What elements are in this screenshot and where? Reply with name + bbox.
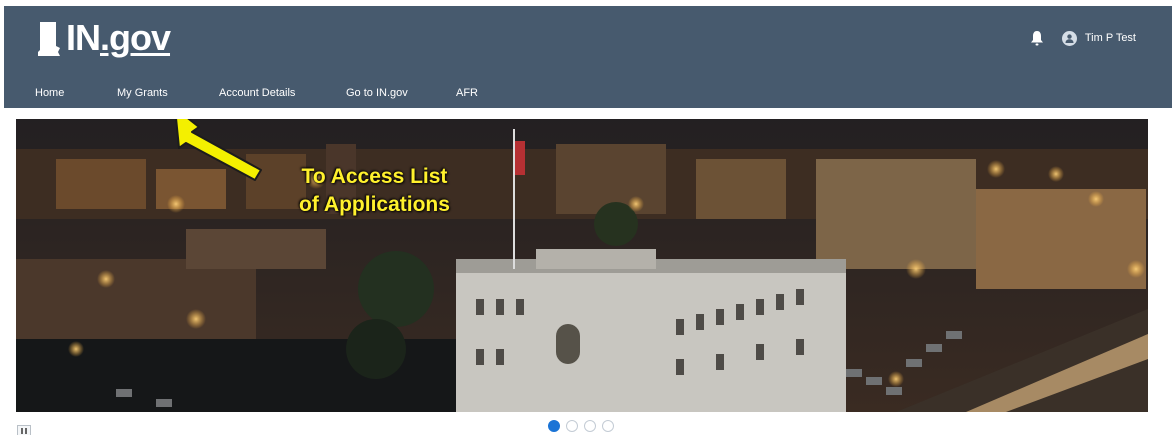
site-header: IN.gov Tim P Test Home My Grants Account… (4, 6, 1172, 108)
ingov-logo[interactable]: IN.gov (34, 17, 171, 58)
logo-text: IN.gov (66, 17, 171, 58)
user-area: Tim P Test (1030, 30, 1136, 46)
nav-account-details[interactable]: Account Details (219, 87, 295, 99)
annotation-line-2: of Applications (299, 193, 450, 216)
hero-carousel-image (16, 119, 1148, 412)
carousel-dot-4[interactable] (602, 420, 614, 432)
nav-my-grants[interactable]: My Grants (117, 87, 168, 99)
annotation-line-1: To Access List (301, 165, 448, 188)
main-nav: Home My Grants Account Details Go to IN.… (4, 87, 1172, 107)
carousel-dot-1[interactable] (548, 420, 560, 432)
user-avatar-icon[interactable] (1061, 30, 1077, 46)
nav-afr[interactable]: AFR (456, 87, 478, 99)
bell-icon[interactable] (1030, 30, 1044, 46)
annotation-label: To Access List of Applications (262, 163, 487, 219)
indiana-state-icon (38, 22, 60, 56)
nav-home[interactable]: Home (35, 87, 64, 99)
carousel-pause-button[interactable] (17, 425, 31, 435)
night-town-square-photo (16, 119, 1148, 412)
carousel-dot-3[interactable] (584, 420, 596, 432)
nav-go-to-ingov[interactable]: Go to IN.gov (346, 87, 408, 99)
user-name[interactable]: Tim P Test (1085, 32, 1136, 44)
carousel-dot-2[interactable] (566, 420, 578, 432)
carousel-indicators (548, 420, 620, 432)
pause-icon (21, 428, 23, 434)
pause-icon-bar (25, 428, 27, 434)
